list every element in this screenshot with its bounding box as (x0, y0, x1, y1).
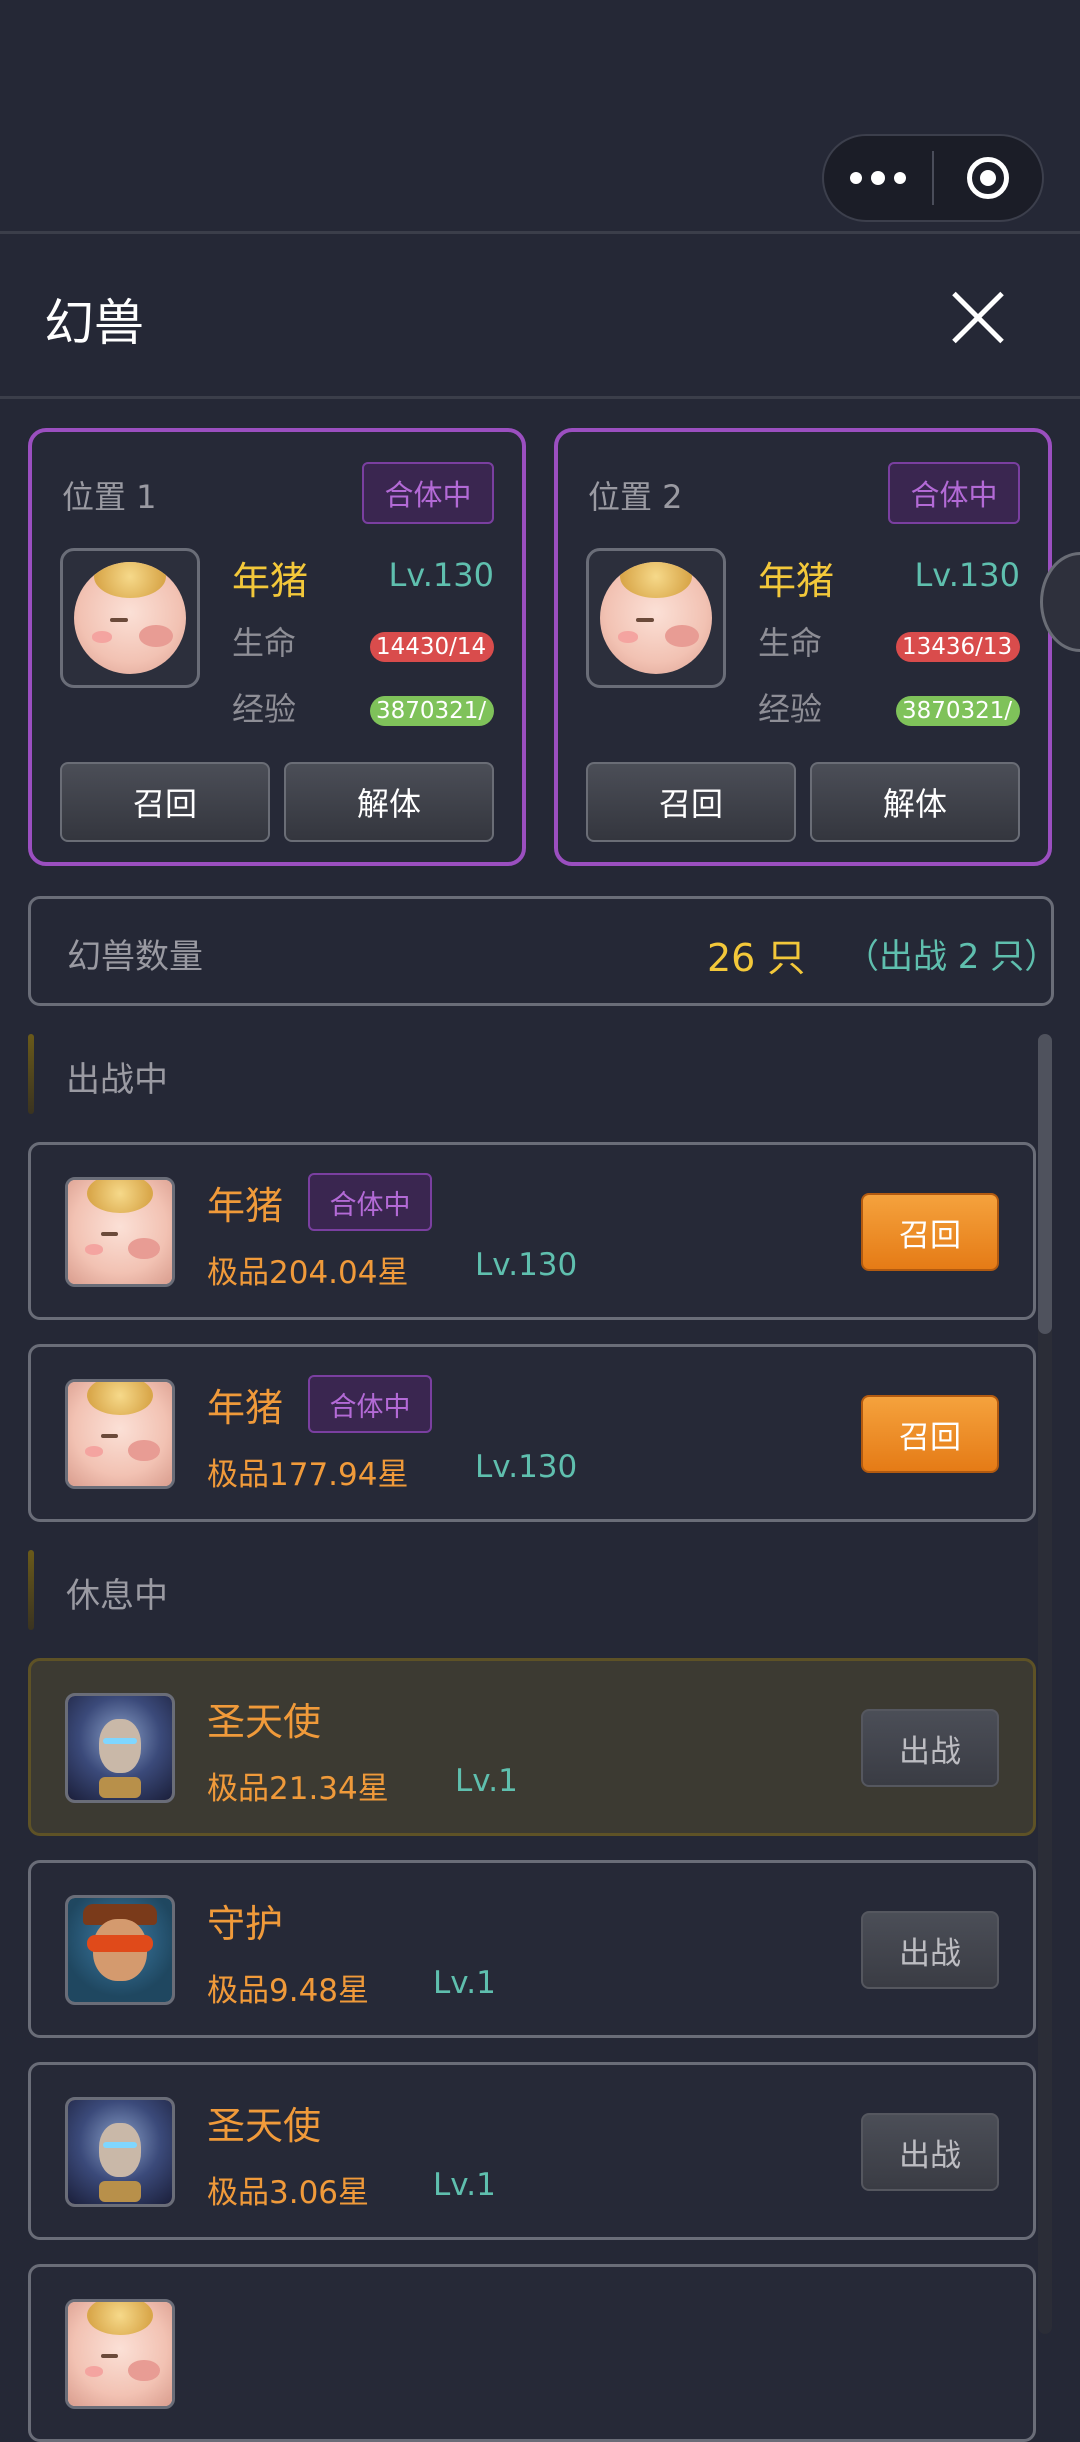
pet-level: Lv.130 (914, 556, 1020, 594)
list-item[interactable]: 守护 极品9.48星 Lv.1 出战 (28, 1860, 1036, 2038)
pet-level: Lv.130 (475, 1247, 578, 1283)
pet-level: Lv.130 (388, 556, 494, 594)
pet-name: 年猪 (207, 1386, 284, 1430)
close-icon[interactable] (950, 290, 1006, 346)
pet-level: Lv.1 (433, 2167, 496, 2203)
list-item[interactable]: 圣天使 极品3.06星 Lv.1 出战 (28, 2062, 1036, 2240)
mini-program-capsule (822, 134, 1044, 222)
dismiss-button[interactable]: 解体 (284, 762, 494, 842)
pet-name: 年猪 (232, 559, 309, 603)
page-title: 幻兽 (44, 294, 144, 352)
pet-thumbnail (65, 2097, 175, 2207)
pet-thumbnail (65, 1379, 175, 1489)
merge-badge: 合体中 (362, 462, 494, 524)
exp-bar: 3870321/ (370, 696, 494, 726)
deploy-button[interactable]: 出战 (861, 1709, 999, 1787)
section-resting: 休息中 (28, 1550, 1028, 1630)
pig-portrait (73, 561, 187, 675)
list-item[interactable]: 圣天使 极品21.34星 Lv.1 出战 (28, 1658, 1036, 1836)
pet-level: Lv.1 (455, 1763, 518, 1799)
recall-button[interactable]: 召回 (861, 1395, 999, 1473)
hp-label: 生命 (758, 624, 823, 662)
merge-badge: 合体中 (308, 1173, 432, 1231)
slot-label: 位置 1 (62, 478, 157, 516)
pet-level: Lv.1 (433, 1965, 496, 2001)
slot-card-1: 位置 1 合体中 年猪 Lv.130 生命 14430/14 经验 387032… (28, 428, 526, 866)
pet-quality: 极品177.94星 (207, 1457, 409, 1493)
pet-name: 年猪 (758, 559, 835, 603)
section-active: 出战中 (28, 1034, 1028, 1114)
pet-name: 年猪 (207, 1184, 284, 1228)
deploy-button[interactable]: 出战 (861, 2113, 999, 2191)
pet-name: 圣天使 (207, 1700, 322, 1744)
pet-thumbnail (65, 1895, 175, 2005)
pet-quality: 极品3.06星 (207, 2175, 370, 2211)
list-item: 年猪 合体中 极品177.94星 Lv.130 召回 (28, 1344, 1036, 1522)
pet-thumbnail (65, 2299, 175, 2409)
recall-button[interactable]: 召回 (60, 762, 270, 842)
recall-button[interactable]: 召回 (861, 1193, 999, 1271)
section-title: 出战中 (66, 1060, 168, 1100)
exp-bar: 3870321/ (896, 696, 1020, 726)
pet-count-label: 幻兽数量 (67, 937, 203, 977)
target-icon[interactable] (934, 157, 1042, 199)
exp-label: 经验 (232, 690, 297, 728)
merge-badge: 合体中 (308, 1375, 432, 1433)
pet-name: 圣天使 (207, 2104, 322, 2148)
pet-level: Lv.130 (475, 1449, 578, 1485)
hp-label: 生命 (232, 624, 297, 662)
pet-thumbnail (65, 1693, 175, 1803)
pet-quality: 极品9.48星 (207, 1973, 370, 2009)
dismiss-button[interactable]: 解体 (810, 762, 1020, 842)
scrollbar[interactable] (1038, 1034, 1052, 2334)
deploy-button[interactable]: 出战 (861, 1911, 999, 1989)
divider (0, 231, 1080, 234)
pet-quality: 极品21.34星 (207, 1771, 389, 1807)
list-item[interactable] (28, 2264, 1036, 2442)
slot-label: 位置 2 (588, 478, 683, 516)
pet-name: 守护 (207, 1902, 284, 1946)
more-dots-icon[interactable] (824, 171, 932, 185)
merge-badge: 合体中 (888, 462, 1020, 524)
pig-portrait (599, 561, 713, 675)
exp-label: 经验 (758, 690, 823, 728)
hp-bar: 13436/13 (896, 632, 1020, 662)
hp-bar: 14430/14 (370, 632, 494, 662)
divider (0, 396, 1080, 399)
section-title: 休息中 (66, 1576, 168, 1616)
pet-count-bar: 幻兽数量 26 只 （出战 2 只） (28, 896, 1059, 1006)
pet-thumbnail (65, 1177, 175, 1287)
pet-count-value: 26 只 (707, 936, 806, 980)
recall-button[interactable]: 召回 (586, 762, 796, 842)
list-item: 年猪 合体中 极品204.04星 Lv.130 召回 (28, 1142, 1036, 1320)
pet-avatar (586, 548, 726, 688)
pet-avatar (60, 548, 200, 688)
battle-count: （出战 2 只） (845, 937, 1059, 977)
pet-quality: 极品204.04星 (207, 1255, 409, 1291)
slot-card-2: 位置 2 合体中 年猪 Lv.130 生命 13436/13 经验 387032… (554, 428, 1052, 866)
